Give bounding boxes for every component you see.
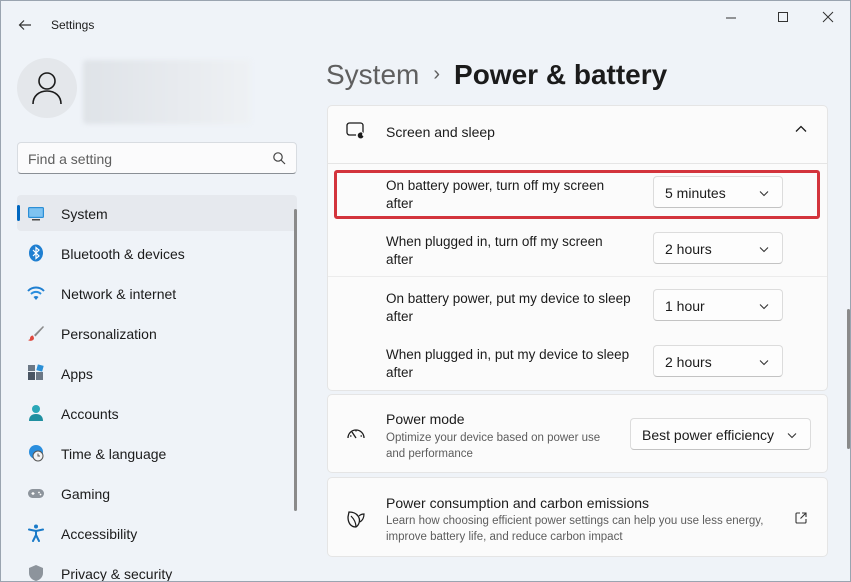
sidebar-nav: System Bluetooth & devices Network & int…	[17, 195, 297, 582]
back-arrow-icon[interactable]	[13, 13, 37, 37]
wifi-icon	[27, 286, 45, 300]
title-bar: Settings	[1, 1, 850, 49]
sidebar-item-network[interactable]: Network & internet	[17, 275, 297, 311]
sidebar-item-accounts[interactable]: Accounts	[17, 395, 297, 431]
person-icon	[32, 72, 62, 105]
screen-sleep-header[interactable]: Screen and sleep	[328, 106, 827, 164]
sidebar-item-label: Personalization	[61, 326, 157, 342]
screen-sleep-title: Screen and sleep	[386, 124, 495, 140]
row-divider	[328, 276, 827, 277]
breadcrumb-parent[interactable]: System	[326, 59, 419, 90]
carbon-title: Power consumption and carbon emissions	[386, 495, 650, 511]
apps-icon	[28, 364, 44, 380]
sidebar-scrollbar[interactable]	[294, 209, 297, 511]
power-mode-dropdown[interactable]: Best power efficiency	[630, 418, 811, 450]
sidebar-item-privacy[interactable]: Privacy & security	[17, 555, 297, 582]
dropdown-value: 2 hours	[665, 354, 712, 370]
leaf-icon	[347, 511, 365, 528]
dropdown-value: 1 hour	[665, 298, 705, 314]
gauge-icon	[347, 429, 365, 439]
power-mode-subtitle: Optimize your device based on power use …	[386, 432, 601, 460]
plugged-sleep-dropdown[interactable]: 2 hours	[653, 345, 783, 377]
chevron-down-icon	[759, 360, 769, 366]
minimize-button[interactable]	[717, 9, 745, 27]
chevron-down-icon	[787, 433, 797, 439]
sidebar-item-label: Privacy & security	[61, 566, 173, 582]
chevron-up-icon[interactable]	[794, 122, 808, 136]
plugged-screen-off-dropdown[interactable]: 2 hours	[653, 232, 783, 264]
shield-icon	[29, 565, 43, 581]
sidebar-item-accessibility[interactable]: Accessibility	[17, 515, 297, 551]
sidebar-item-system[interactable]: System	[17, 195, 297, 231]
sidebar-item-label: System	[61, 206, 108, 222]
active-indicator	[17, 205, 20, 221]
sidebar-item-label: Gaming	[61, 486, 111, 502]
page-title: Power & battery	[454, 59, 668, 90]
window-title: Settings	[51, 18, 95, 32]
power-mode-title: Power mode	[386, 411, 465, 427]
sidebar-item-personalization[interactable]: Personalization	[17, 315, 297, 351]
highlight-box	[334, 170, 820, 219]
dropdown-value: 2 hours	[665, 241, 712, 257]
search-icon	[273, 152, 286, 165]
sidebar-item-label: Accessibility	[61, 526, 138, 542]
sidebar-item-time-language[interactable]: Time & language	[17, 435, 297, 471]
sidebar-item-apps[interactable]: Apps	[17, 355, 297, 391]
sidebar-item-label: Network & internet	[61, 286, 177, 302]
bluetooth-icon	[29, 244, 43, 262]
breadcrumb: System › Power & battery	[326, 59, 667, 91]
close-button[interactable]	[814, 9, 842, 27]
avatar	[17, 58, 77, 118]
carbon-subtitle: Learn how choosing efficient power setti…	[386, 515, 764, 543]
sidebar-item-label: Accounts	[61, 406, 119, 422]
plugged-screen-off-label: When plugged in, turn off my screen afte…	[386, 234, 603, 267]
dropdown-value: Best power efficiency	[642, 427, 775, 443]
sidebar-item-bluetooth[interactable]: Bluetooth & devices	[17, 235, 297, 271]
sidebar-item-label: Bluetooth & devices	[61, 246, 185, 262]
external-link-icon[interactable]	[794, 511, 808, 525]
breadcrumb-separator: ›	[433, 63, 441, 85]
globe-clock-icon	[29, 445, 44, 462]
gamepad-icon	[28, 489, 44, 498]
search-placeholder: Find a setting	[28, 151, 113, 167]
blurred-account-info	[83, 60, 251, 124]
chevron-down-icon	[759, 247, 769, 253]
brush-icon	[28, 326, 44, 341]
accessibility-icon	[28, 524, 44, 542]
carbon-emissions-card[interactable]: Power consumption and carbon emissions L…	[327, 477, 828, 557]
sidebar-item-label: Time & language	[61, 446, 167, 462]
settings-window: Settings Find a setting System Bluetooth	[0, 0, 851, 582]
power-mode-card: Power mode Optimize your device based on…	[327, 394, 828, 473]
chevron-down-icon	[759, 304, 769, 310]
screen-sleep-icon	[346, 122, 364, 139]
screen-sleep-card: Screen and sleep On battery power, turn …	[327, 105, 828, 391]
battery-sleep-dropdown[interactable]: 1 hour	[653, 289, 783, 321]
system-icon	[28, 207, 44, 221]
accounts-icon	[29, 405, 43, 421]
plugged-sleep-label: When plugged in, put my device to sleep …	[386, 347, 630, 380]
maximize-button[interactable]	[769, 9, 797, 27]
battery-sleep-label: On battery power, put my device to sleep…	[386, 291, 631, 324]
sidebar-item-gaming[interactable]: Gaming	[17, 475, 297, 511]
search-input[interactable]: Find a setting	[17, 142, 297, 174]
sidebar-item-label: Apps	[61, 366, 93, 382]
main-scrollbar[interactable]	[847, 309, 850, 449]
